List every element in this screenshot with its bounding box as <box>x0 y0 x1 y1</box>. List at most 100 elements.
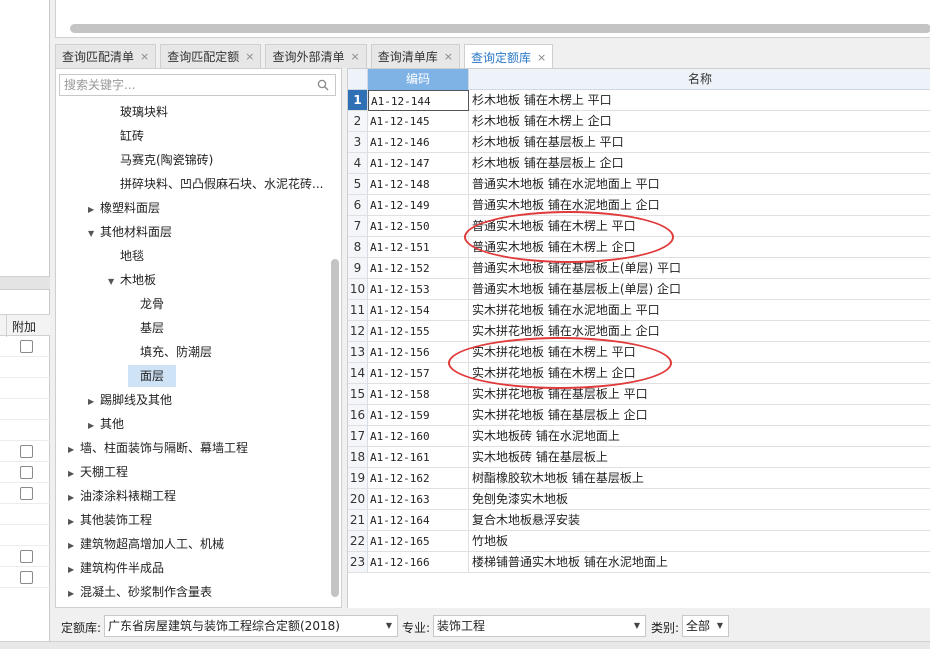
table-row[interactable]: 12 A1-12-155 实木拼花地板 铺在水泥地面上 企口 <box>348 321 930 342</box>
table-row[interactable]: 15 A1-12-158 实木拼花地板 铺在基层板上 平口 <box>348 384 930 405</box>
cell-code[interactable]: A1-12-159 <box>368 405 469 426</box>
tree-node[interactable]: ▶ 建筑物超高增加人工、机械 <box>68 533 224 555</box>
checkbox[interactable] <box>20 550 33 563</box>
tree-node[interactable]: ▶ 其他装饰工程 <box>68 509 152 531</box>
cell-code[interactable]: A1-12-152 <box>368 258 469 279</box>
table-row[interactable]: 2 A1-12-145 杉木地板 铺在木楞上 企口 <box>348 111 930 132</box>
row-number[interactable]: 1 <box>348 90 368 111</box>
row-number[interactable]: 21 <box>348 510 368 531</box>
table-row[interactable]: 4 A1-12-147 杉木地板 铺在基层板上 企口 <box>348 153 930 174</box>
cell-name[interactable]: 免刨免漆实木地板 <box>469 489 930 510</box>
quota-library-select[interactable]: 广东省房屋建筑与装饰工程综合定额(2018) ▼ <box>104 615 398 637</box>
table-row[interactable]: 19 A1-12-162 树酯橡胶软木地板 铺在基层板上 <box>348 468 930 489</box>
row-number[interactable]: 11 <box>348 300 368 321</box>
cell-code[interactable]: A1-12-155 <box>368 321 469 342</box>
tab-3[interactable]: 查询清单库 × <box>370 44 460 68</box>
close-icon[interactable]: × <box>140 50 149 63</box>
table-row[interactable]: 22 A1-12-165 竹地板 <box>348 531 930 552</box>
caret-right-icon[interactable]: ▶ <box>68 535 80 557</box>
table-row[interactable]: 16 A1-12-159 实木拼花地板 铺在基层板上 企口 <box>348 405 930 426</box>
cell-name[interactable]: 杉木地板 铺在基层板上 企口 <box>469 153 930 174</box>
cell-code[interactable]: A1-12-160 <box>368 426 469 447</box>
table-row[interactable]: 23 A1-12-166 楼梯铺普通实木地板 铺在水泥地面上 <box>348 552 930 573</box>
table-row[interactable]: 3 A1-12-146 杉木地板 铺在基层板上 平口 <box>348 132 930 153</box>
caret-right-icon[interactable]: ▶ <box>68 439 80 461</box>
tree-node[interactable]: ▼ 木地板 <box>108 269 156 291</box>
cell-code[interactable]: A1-12-146 <box>368 132 469 153</box>
row-number[interactable]: 9 <box>348 258 368 279</box>
caret-right-icon[interactable]: ▶ <box>88 391 100 413</box>
checkbox[interactable] <box>20 487 33 500</box>
table-row[interactable]: 5 A1-12-148 普通实木地板 铺在水泥地面上 平口 <box>348 174 930 195</box>
close-icon[interactable]: × <box>537 51 546 64</box>
cell-name[interactable]: 楼梯铺普通实木地板 铺在水泥地面上 <box>469 552 930 573</box>
tab-1[interactable]: 查询匹配定额 × <box>160 44 262 68</box>
cell-code[interactable]: A1-12-144 <box>368 90 469 111</box>
cell-code[interactable]: A1-12-163 <box>368 489 469 510</box>
tree-node[interactable]: ▶ 橡塑料面层 <box>88 197 160 219</box>
tree-node[interactable]: 缸砖 <box>108 125 144 147</box>
cell-name[interactable]: 杉木地板 铺在木楞上 平口 <box>469 90 930 111</box>
cell-code[interactable]: A1-12-153 <box>368 279 469 300</box>
row-number[interactable]: 16 <box>348 405 368 426</box>
cell-code[interactable]: A1-12-154 <box>368 300 469 321</box>
cell-name[interactable]: 树酯橡胶软木地板 铺在基层板上 <box>469 468 930 489</box>
cell-name[interactable]: 普通实木地板 铺在木楞上 企口 <box>469 237 930 258</box>
tree-node[interactable]: ▶ 墙、柱面装饰与隔断、幕墙工程 <box>68 437 248 459</box>
table-row[interactable]: 17 A1-12-160 实木地板砖 铺在水泥地面上 <box>348 426 930 447</box>
row-number[interactable]: 4 <box>348 153 368 174</box>
tree-node[interactable]: ▼ 其他材料面层 <box>88 221 172 243</box>
cell-code[interactable]: A1-12-162 <box>368 468 469 489</box>
cell-code[interactable]: A1-12-150 <box>368 216 469 237</box>
tab-2[interactable]: 查询外部清单 × <box>265 44 367 68</box>
tree-node[interactable]: 基层 <box>128 317 164 339</box>
cell-name[interactable]: 实木拼花地板 铺在木楞上 企口 <box>469 363 930 384</box>
row-number[interactable]: 12 <box>348 321 368 342</box>
cell-name[interactable]: 实木拼花地板 铺在基层板上 平口 <box>469 384 930 405</box>
cell-code[interactable]: A1-12-147 <box>368 153 469 174</box>
tab-0[interactable]: 查询匹配清单 × <box>55 44 157 68</box>
cell-name[interactable]: 复合木地板悬浮安装 <box>469 510 930 531</box>
search-icon[interactable] <box>317 79 329 91</box>
tree-node[interactable]: 面层 <box>128 365 177 387</box>
caret-down-icon[interactable]: ▼ <box>88 223 100 245</box>
table-row[interactable]: 20 A1-12-163 免刨免漆实木地板 <box>348 489 930 510</box>
close-icon[interactable]: × <box>444 50 453 63</box>
cell-code[interactable]: A1-12-157 <box>368 363 469 384</box>
major-select[interactable]: 装饰工程 ▼ <box>433 615 646 637</box>
column-header-code[interactable]: 编码 <box>368 69 469 90</box>
tree-node[interactable]: 填充、防潮层 <box>128 341 212 363</box>
caret-right-icon[interactable]: ▶ <box>68 487 80 509</box>
cell-code[interactable]: A1-12-151 <box>368 237 469 258</box>
cell-name[interactable]: 杉木地板 铺在木楞上 企口 <box>469 111 930 132</box>
grid-corner[interactable] <box>348 69 368 90</box>
table-row[interactable]: 10 A1-12-153 普通实木地板 铺在基层板上(单层) 企口 <box>348 279 930 300</box>
caret-right-icon[interactable]: ▶ <box>68 511 80 533</box>
cell-code[interactable]: A1-12-148 <box>368 174 469 195</box>
tree-node[interactable]: ▶ 建筑构件半成品 <box>68 557 164 579</box>
caret-right-icon[interactable]: ▶ <box>88 199 100 221</box>
table-row[interactable]: 21 A1-12-164 复合木地板悬浮安装 <box>348 510 930 531</box>
caret-right-icon[interactable]: ▶ <box>68 559 80 581</box>
tree-node[interactable]: 马赛克(陶瓷锦砖) <box>108 149 213 171</box>
cell-code[interactable]: A1-12-156 <box>368 342 469 363</box>
table-row[interactable]: 13 A1-12-156 实木拼花地板 铺在木楞上 平口 <box>348 342 930 363</box>
table-row[interactable]: 8 A1-12-151 普通实木地板 铺在木楞上 企口 <box>348 237 930 258</box>
cell-code[interactable]: A1-12-165 <box>368 531 469 552</box>
tree-node[interactable]: ▶ 混凝土、砂浆制作含量表 <box>68 581 212 603</box>
checkbox[interactable] <box>20 340 33 353</box>
search-input[interactable] <box>60 75 310 95</box>
table-row[interactable]: 1 A1-12-144 杉木地板 铺在木楞上 平口 <box>348 90 930 111</box>
row-number[interactable]: 17 <box>348 426 368 447</box>
row-number[interactable]: 8 <box>348 237 368 258</box>
cell-name[interactable]: 普通实木地板 铺在基层板上(单层) 平口 <box>469 258 930 279</box>
cell-code[interactable]: A1-12-158 <box>368 384 469 405</box>
cell-name[interactable]: 普通实木地板 铺在基层板上(单层) 企口 <box>469 279 930 300</box>
table-row[interactable]: 18 A1-12-161 实木地板砖 铺在基层板上 <box>348 447 930 468</box>
caret-down-icon[interactable]: ▼ <box>108 271 120 293</box>
tree-node[interactable]: ▶ 踢脚线及其他 <box>88 389 172 411</box>
cell-name[interactable]: 杉木地板 铺在基层板上 平口 <box>469 132 930 153</box>
cell-name[interactable]: 实木地板砖 铺在水泥地面上 <box>469 426 930 447</box>
checkbox[interactable] <box>20 445 33 458</box>
cell-name[interactable]: 普通实木地板 铺在水泥地面上 企口 <box>469 195 930 216</box>
